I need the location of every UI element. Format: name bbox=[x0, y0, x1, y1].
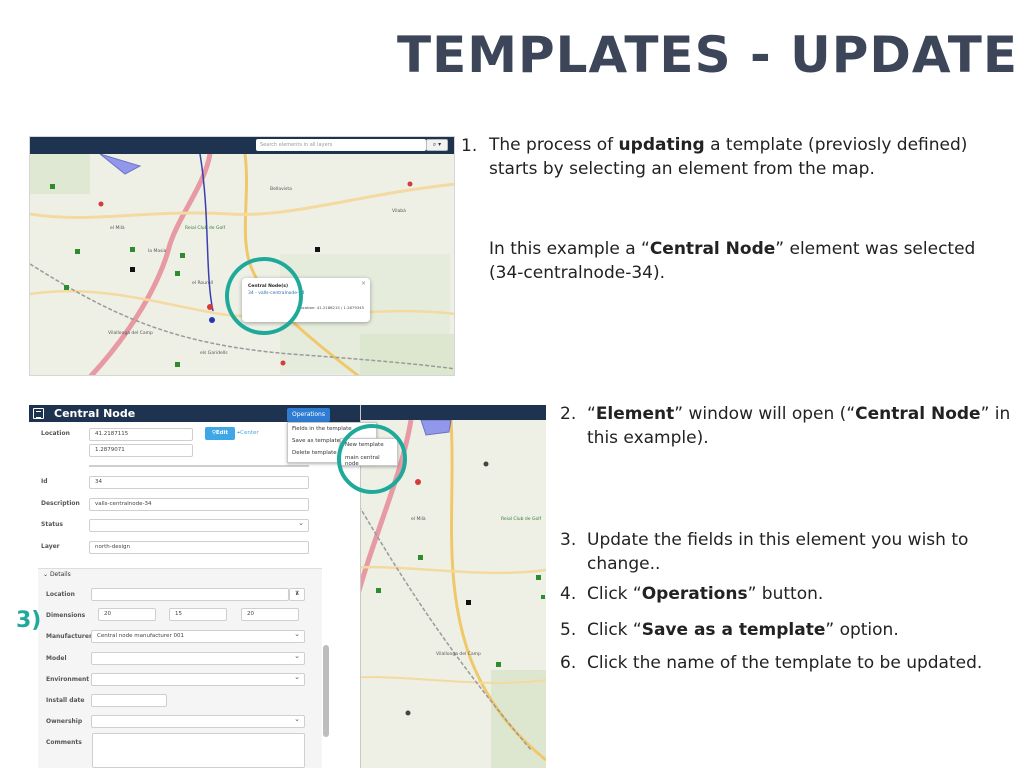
model-label: Model bbox=[46, 655, 67, 662]
description-label: Description bbox=[41, 500, 80, 507]
ownership-select[interactable] bbox=[91, 715, 305, 728]
element-panel-title: Central Node bbox=[54, 407, 136, 420]
step-number: 6. bbox=[560, 653, 577, 673]
install-date-field[interactable] bbox=[91, 694, 167, 707]
center-button[interactable]: ⌖Center bbox=[237, 430, 259, 437]
step5-text: Click “Save as a template” option. bbox=[587, 620, 899, 640]
environment-label: Environment bbox=[46, 676, 90, 683]
detail-location-field[interactable] bbox=[91, 588, 289, 601]
layer-label: Layer bbox=[41, 543, 60, 550]
dimension-field-1[interactable]: 20 bbox=[98, 608, 156, 621]
operations-button[interactable]: Operations bbox=[287, 408, 330, 422]
step-number: 4. bbox=[560, 584, 577, 604]
step1-example-text: In this example a “Central Node” element… bbox=[489, 239, 976, 283]
dimension-field-2[interactable]: 15 bbox=[169, 608, 227, 621]
highlight-circle bbox=[225, 257, 303, 335]
model-select[interactable] bbox=[91, 652, 305, 665]
latitude-field[interactable]: 41.2187115 bbox=[89, 428, 193, 441]
map-label: Vilallonga del Camp bbox=[436, 651, 481, 657]
step6-text: Click the name of the template to be upd… bbox=[587, 653, 983, 673]
step4-text: Click “Operations” button. bbox=[587, 584, 824, 604]
slide-title: TEMPLATES - UPDATE bbox=[396, 26, 1018, 84]
map-label: Bellavista bbox=[270, 186, 292, 192]
window-icon bbox=[33, 408, 44, 419]
step3-text: Update the fields in this element you wi… bbox=[587, 530, 969, 574]
map-topbar bbox=[331, 405, 546, 420]
element-window-screenshot: el Milà Vilallonga del Camp Reial Club d… bbox=[29, 405, 546, 768]
details-toggle[interactable]: ⌄ Details bbox=[43, 571, 71, 578]
longitude-field[interactable]: 1.2879071 bbox=[89, 444, 193, 457]
manufacturer-select[interactable]: Central node manufacturer 001 bbox=[91, 630, 305, 643]
status-label: Status bbox=[41, 521, 63, 528]
map-label: Reial Club de Golf bbox=[185, 225, 225, 231]
comments-label: Comments bbox=[46, 739, 82, 746]
ownership-label: Ownership bbox=[46, 718, 83, 725]
description-field[interactable]: valls-centralnode-34 bbox=[89, 498, 309, 511]
step-number: 1. bbox=[461, 136, 478, 156]
highlight-circle bbox=[337, 424, 407, 494]
step-number: 5. bbox=[560, 620, 577, 640]
location-label: Location bbox=[41, 430, 70, 437]
install-date-label: Install date bbox=[46, 697, 85, 704]
map-label: la Masia bbox=[148, 248, 167, 254]
step1-text: The process of updating a template (prev… bbox=[489, 135, 968, 179]
map-label: el Milà bbox=[411, 515, 426, 522]
map-label: els Garidells bbox=[200, 350, 228, 356]
layer-field[interactable]: north-design bbox=[89, 541, 309, 554]
comments-field[interactable] bbox=[92, 733, 305, 768]
status-select[interactable] bbox=[89, 519, 309, 532]
map-label: el Milà bbox=[110, 224, 125, 231]
edit-location-button[interactable]: ⚲Edit bbox=[205, 427, 235, 440]
dimension-field-3[interactable]: 20 bbox=[241, 608, 299, 621]
map-search-input[interactable]: Search elements in all layers bbox=[256, 139, 426, 151]
step-number: 2. bbox=[560, 404, 577, 424]
id-label: Id bbox=[41, 478, 48, 485]
dimensions-label: Dimensions bbox=[46, 612, 86, 619]
search-icon[interactable]: ⌕ ▾ bbox=[426, 139, 448, 151]
close-icon[interactable]: × bbox=[361, 280, 366, 287]
divider bbox=[89, 465, 309, 467]
detail-location-label: Location bbox=[46, 591, 75, 598]
map-label: Vilallonga del Camp bbox=[108, 330, 153, 336]
map-label: el Rourell bbox=[192, 280, 213, 286]
environment-select[interactable] bbox=[91, 673, 305, 686]
map-label: Reial Club de Golf bbox=[501, 516, 541, 522]
popup-location: Location: 41.2188215 / 1.2879345 bbox=[298, 305, 364, 310]
map-pin-icon[interactable]: ⊼ bbox=[289, 588, 305, 601]
step3-marker: 3) bbox=[16, 608, 42, 633]
id-field[interactable]: 34 bbox=[89, 476, 309, 489]
map-label: Vilabà bbox=[392, 207, 406, 214]
scrollbar[interactable] bbox=[323, 645, 329, 737]
chevron-down-icon: ⌄ bbox=[43, 571, 50, 578]
step-number: 3. bbox=[560, 530, 577, 550]
manufacturer-label: Manufacturer bbox=[46, 633, 92, 640]
step2-text: “Element” window will open (“Central Nod… bbox=[587, 404, 1011, 448]
map-screenshot: Search elements in all layers ⌕ ▾ el Mil… bbox=[29, 136, 455, 376]
